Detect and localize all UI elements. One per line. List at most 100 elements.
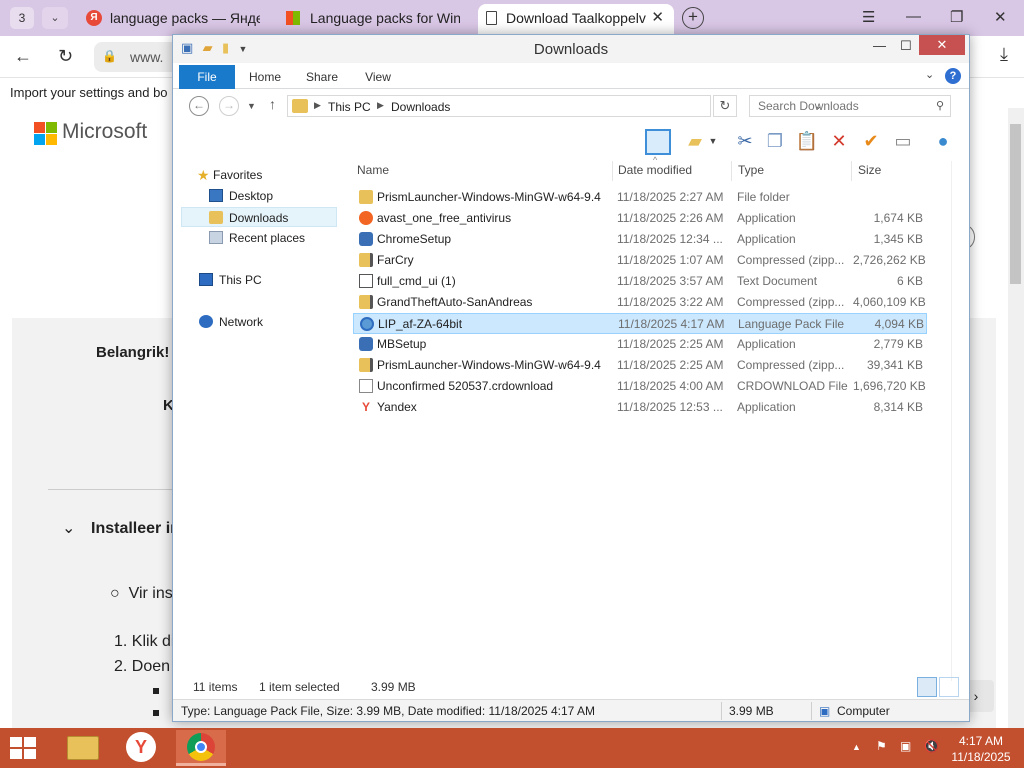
- network-globe-icon[interactable]: ●: [931, 129, 955, 153]
- explorer-title-bar[interactable]: ▣ ▰ ▮ ▼ Downloads — ☐ ✕: [173, 35, 969, 63]
- back-arrow-icon[interactable]: ←: [189, 96, 209, 116]
- url-field[interactable]: 🔒 www.: [94, 42, 174, 72]
- tab-download-taalkoppelvlak[interactable]: Download Taalkoppelvla ✕: [478, 4, 674, 36]
- close-icon[interactable]: ✕: [919, 35, 965, 55]
- reload-icon[interactable]: ↻: [58, 46, 73, 67]
- action-center-flag-icon[interactable]: ⚑: [876, 739, 887, 753]
- url-text: www.: [130, 49, 164, 65]
- tab-file[interactable]: File: [179, 65, 235, 89]
- file-row[interactable]: LIP_af-ZA-64bit 11/18/2025 4:17 AM Languag…: [353, 313, 927, 334]
- file-row[interactable]: Y Yandex 11/18/2025 12:53 ... Application 8,…: [353, 397, 927, 418]
- tab-home[interactable]: Home: [241, 65, 289, 89]
- new-tab-button[interactable]: +: [682, 7, 704, 29]
- restore-icon[interactable]: ❐: [950, 8, 963, 26]
- yandex-icon: Я: [86, 10, 102, 26]
- file-row[interactable]: GrandTheftAuto-SanAndreas 11/18/2025 3:22…: [353, 292, 927, 313]
- column-date-modified[interactable]: Date modified: [612, 161, 732, 181]
- file-date: 11/18/2025 3:22 AM: [617, 295, 724, 309]
- page-icon: [486, 11, 497, 25]
- file-row[interactable]: FarCry 11/18/2025 1:07 AM Compressed (zipp…: [353, 250, 927, 271]
- tab-share[interactable]: Share: [299, 65, 345, 89]
- taskbar-yandex[interactable]: Y: [116, 730, 166, 766]
- search-icon[interactable]: ⚲: [936, 99, 944, 112]
- minimize-icon[interactable]: —: [906, 8, 921, 25]
- search-input[interactable]: [750, 96, 926, 116]
- chevron-right-icon[interactable]: ▶: [377, 100, 384, 111]
- cut-icon[interactable]: ✂: [733, 129, 757, 153]
- column-size[interactable]: Size: [852, 161, 932, 181]
- show-hidden-icons-icon[interactable]: ▲: [852, 742, 861, 752]
- volume-muted-icon[interactable]: 🔇: [924, 739, 939, 753]
- chevron-down-icon[interactable]: ⌄: [925, 68, 934, 81]
- language-pack-icon: [360, 317, 374, 331]
- file-row[interactable]: MBSetup 11/18/2025 2:25 AM Application 2,77…: [353, 334, 927, 355]
- nav-recent-places[interactable]: Recent places: [181, 228, 337, 248]
- minimize-icon[interactable]: —: [873, 38, 886, 53]
- file-date: 11/18/2025 2:25 AM: [617, 358, 724, 372]
- microsoft-logo-icon: [34, 122, 58, 146]
- details-view-icon[interactable]: [917, 677, 937, 697]
- file-row[interactable]: avast_one_free_antivirus 11/18/2025 2:26 …: [353, 208, 927, 229]
- nav-network[interactable]: Network: [181, 312, 337, 332]
- download-icon[interactable]: ⤓: [1000, 44, 1008, 65]
- page-scrollbar[interactable]: [1008, 108, 1024, 728]
- recent-locations-icon[interactable]: ▼: [247, 101, 256, 111]
- close-window-icon[interactable]: ✕: [994, 8, 1007, 26]
- address-path[interactable]: ▶ This PC ▶ Downloads ⌄: [287, 95, 822, 117]
- paste-icon[interactable]: 📋: [795, 129, 819, 153]
- list-divider: [951, 161, 952, 681]
- zip-folder-icon: [359, 295, 373, 309]
- taskbar-file-explorer[interactable]: [58, 730, 108, 766]
- tab-yandex-search[interactable]: Я language packs — Яндекс: [82, 4, 270, 32]
- help-icon[interactable]: ?: [945, 68, 961, 84]
- breadcrumb-this-pc[interactable]: This PC: [328, 100, 371, 114]
- file-row[interactable]: Unconfirmed 520537.crdownload 11/18/2025 …: [353, 376, 927, 397]
- tab-view[interactable]: View: [357, 65, 399, 89]
- recent-places-icon: [209, 231, 223, 244]
- chevron-down-icon[interactable]: ⌄: [62, 518, 75, 538]
- forward-arrow-icon[interactable]: →: [219, 96, 239, 116]
- folder-options-icon[interactable]: ▰: [683, 129, 707, 153]
- breadcrumb-downloads[interactable]: Downloads: [391, 100, 450, 114]
- nav-label: Desktop: [229, 189, 274, 203]
- file-row[interactable]: full_cmd_ui (1) 11/18/2025 3:57 AM Text Do…: [353, 271, 927, 292]
- delete-icon[interactable]: ✕: [827, 129, 851, 153]
- dropdown-icon[interactable]: ▼: [707, 129, 719, 153]
- column-type[interactable]: Type: [732, 161, 852, 181]
- back-arrow-icon[interactable]: ←: [14, 46, 32, 67]
- refresh-button[interactable]: ↻: [713, 95, 737, 117]
- nav-downloads[interactable]: Downloads: [181, 207, 337, 227]
- tab-language-packs[interactable]: Language packs for Windo: [282, 4, 470, 32]
- windows-start-icon[interactable]: [10, 737, 38, 759]
- nav-this-pc[interactable]: This PC: [181, 270, 337, 290]
- divider: [721, 702, 722, 720]
- file-type: Compressed (zipp...: [737, 295, 845, 309]
- preview-pane-icon[interactable]: [645, 129, 671, 155]
- file-row[interactable]: PrismLauncher-Windows-MinGW-w64-9.4 11/18…: [353, 187, 927, 208]
- up-arrow-icon[interactable]: ↑: [269, 96, 276, 112]
- file-row[interactable]: ChromeSetup 11/18/2025 12:34 ... Applicati…: [353, 229, 927, 250]
- file-row[interactable]: PrismLauncher-Windows-MinGW-w64-9.4 11/18…: [353, 355, 927, 376]
- chevron-right-icon[interactable]: ▶: [314, 100, 321, 111]
- column-name[interactable]: Name: [351, 161, 613, 181]
- close-icon[interactable]: ✕: [651, 4, 664, 32]
- checkmark-icon[interactable]: ✔: [859, 129, 883, 153]
- maximize-icon[interactable]: ☐: [900, 38, 912, 54]
- rename-icon[interactable]: ▭: [891, 129, 915, 153]
- scrollbar-thumb[interactable]: [1010, 124, 1021, 284]
- file-size: 6 KB: [896, 274, 923, 288]
- tab-list-chevron-icon[interactable]: ⌄: [42, 7, 68, 29]
- taskbar-chrome[interactable]: [176, 730, 226, 766]
- browser-tab-bar: 3 ⌄ Я language packs — Яндекс Language p…: [0, 0, 1024, 36]
- file-date: 11/18/2025 4:00 AM: [617, 379, 724, 393]
- menu-icon[interactable]: ☰: [862, 8, 875, 26]
- system-clock[interactable]: 4:17 AM 11/18/2025: [950, 733, 1012, 765]
- large-icons-view-icon[interactable]: [939, 677, 959, 697]
- copy-icon[interactable]: ❐: [763, 129, 787, 153]
- tab-count-button[interactable]: 3: [10, 7, 34, 29]
- section-title[interactable]: Installeer in: [91, 520, 180, 538]
- nav-desktop[interactable]: Desktop: [181, 186, 337, 206]
- nav-favorites[interactable]: ★ Favorites: [181, 165, 337, 185]
- network-status-icon[interactable]: ▣: [900, 739, 911, 753]
- import-settings-link[interactable]: Import your settings and bo: [10, 85, 168, 100]
